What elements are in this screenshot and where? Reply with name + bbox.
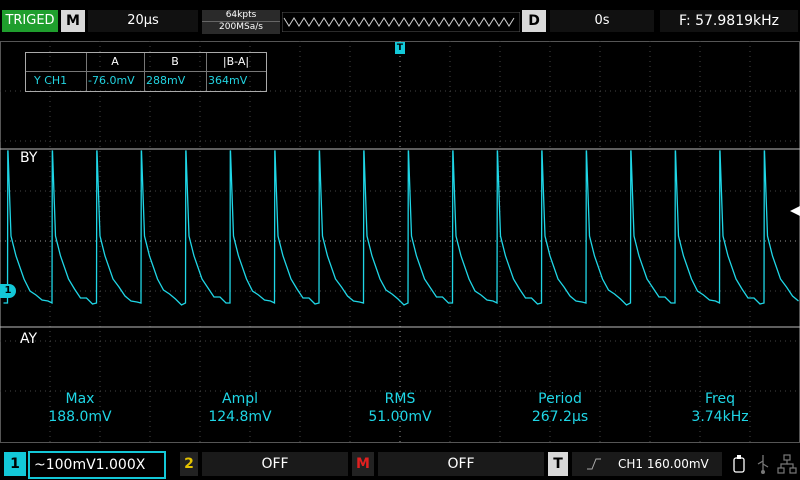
cursor-row-label: Y CH1 — [34, 74, 68, 87]
sample-rate: 200MSa/s — [219, 22, 263, 32]
trigger-settings[interactable]: CH1 160.00mV — [572, 452, 722, 476]
ch1-waveform-trace — [3, 150, 799, 306]
mode-button[interactable]: M — [61, 10, 85, 32]
measurement-max[interactable]: Max 188.0mV — [20, 390, 140, 426]
measurement-name: RMS — [384, 391, 416, 407]
measurement-value: 188.0mV — [48, 409, 112, 425]
measurement-rms[interactable]: RMS 51.00mV — [340, 390, 460, 426]
ch2-state[interactable]: OFF — [202, 452, 348, 476]
cursor-a-value: -76.0mV — [88, 74, 135, 87]
measurement-value: 124.8mV — [208, 409, 272, 425]
measurement-name: Period — [538, 391, 582, 407]
measurement-ampl[interactable]: Ampl 124.8mV — [180, 390, 300, 426]
network-icon — [777, 454, 797, 474]
cursor-col-diff: |B-A| — [222, 55, 250, 68]
ch1-settings[interactable]: ~100mV1.000X — [28, 451, 166, 479]
waveform-memory-overview — [282, 12, 520, 32]
measurement-value: 51.00mV — [368, 409, 432, 425]
math-state[interactable]: OFF — [378, 452, 544, 476]
trigger-level-arrow-icon[interactable] — [790, 206, 800, 216]
ch1-button[interactable]: 1 — [4, 452, 26, 476]
cursor-col-b: B — [171, 55, 179, 68]
rising-edge-icon — [587, 458, 601, 470]
measurement-value: 3.74kHz — [691, 409, 749, 425]
cursor-b-label: BY — [20, 150, 38, 166]
delay-button[interactable]: D — [522, 10, 546, 32]
cursor-b-value: 288mV — [146, 74, 186, 87]
delay-value[interactable]: 0s — [550, 10, 654, 32]
ch2-button[interactable]: 2 — [180, 452, 198, 476]
frequency-counter: F: 57.9819kHz — [660, 10, 798, 32]
measurement-name: Max — [65, 391, 95, 407]
memory-samplerate-box: 64kpts 200MSa/s — [202, 10, 280, 34]
usb-icon — [757, 455, 769, 474]
trigger-level-text: CH1 160.00mV — [618, 457, 709, 471]
waveform-grid[interactable] — [0, 41, 800, 443]
measurement-freq[interactable]: Freq 3.74kHz — [660, 390, 780, 426]
trigger-status-badge[interactable]: TRIGED — [2, 10, 58, 32]
ch1-ground-marker-icon[interactable]: 1 — [0, 284, 16, 298]
measurement-value: 267.2μs — [531, 409, 589, 425]
math-button[interactable]: M — [352, 452, 374, 476]
measurement-period[interactable]: Period 267.2μs — [500, 390, 620, 426]
memory-depth: 64kpts — [202, 10, 280, 22]
storage-icon[interactable] — [728, 452, 750, 476]
cursor-diff-value: 364mV — [208, 74, 248, 87]
cursor-col-a: A — [111, 55, 119, 68]
measurement-name: Freq — [705, 391, 735, 407]
trigger-position-marker-icon[interactable]: T — [395, 42, 405, 54]
cursor-readout-table: A B |B-A| Y CH1 -76.0mV 288mV 364mV — [25, 52, 267, 92]
measurement-name: Ampl — [222, 391, 258, 407]
trigger-button[interactable]: T — [548, 452, 568, 476]
cursor-a-label: AY — [20, 331, 38, 347]
timebase-display[interactable]: 20μs — [88, 10, 198, 32]
